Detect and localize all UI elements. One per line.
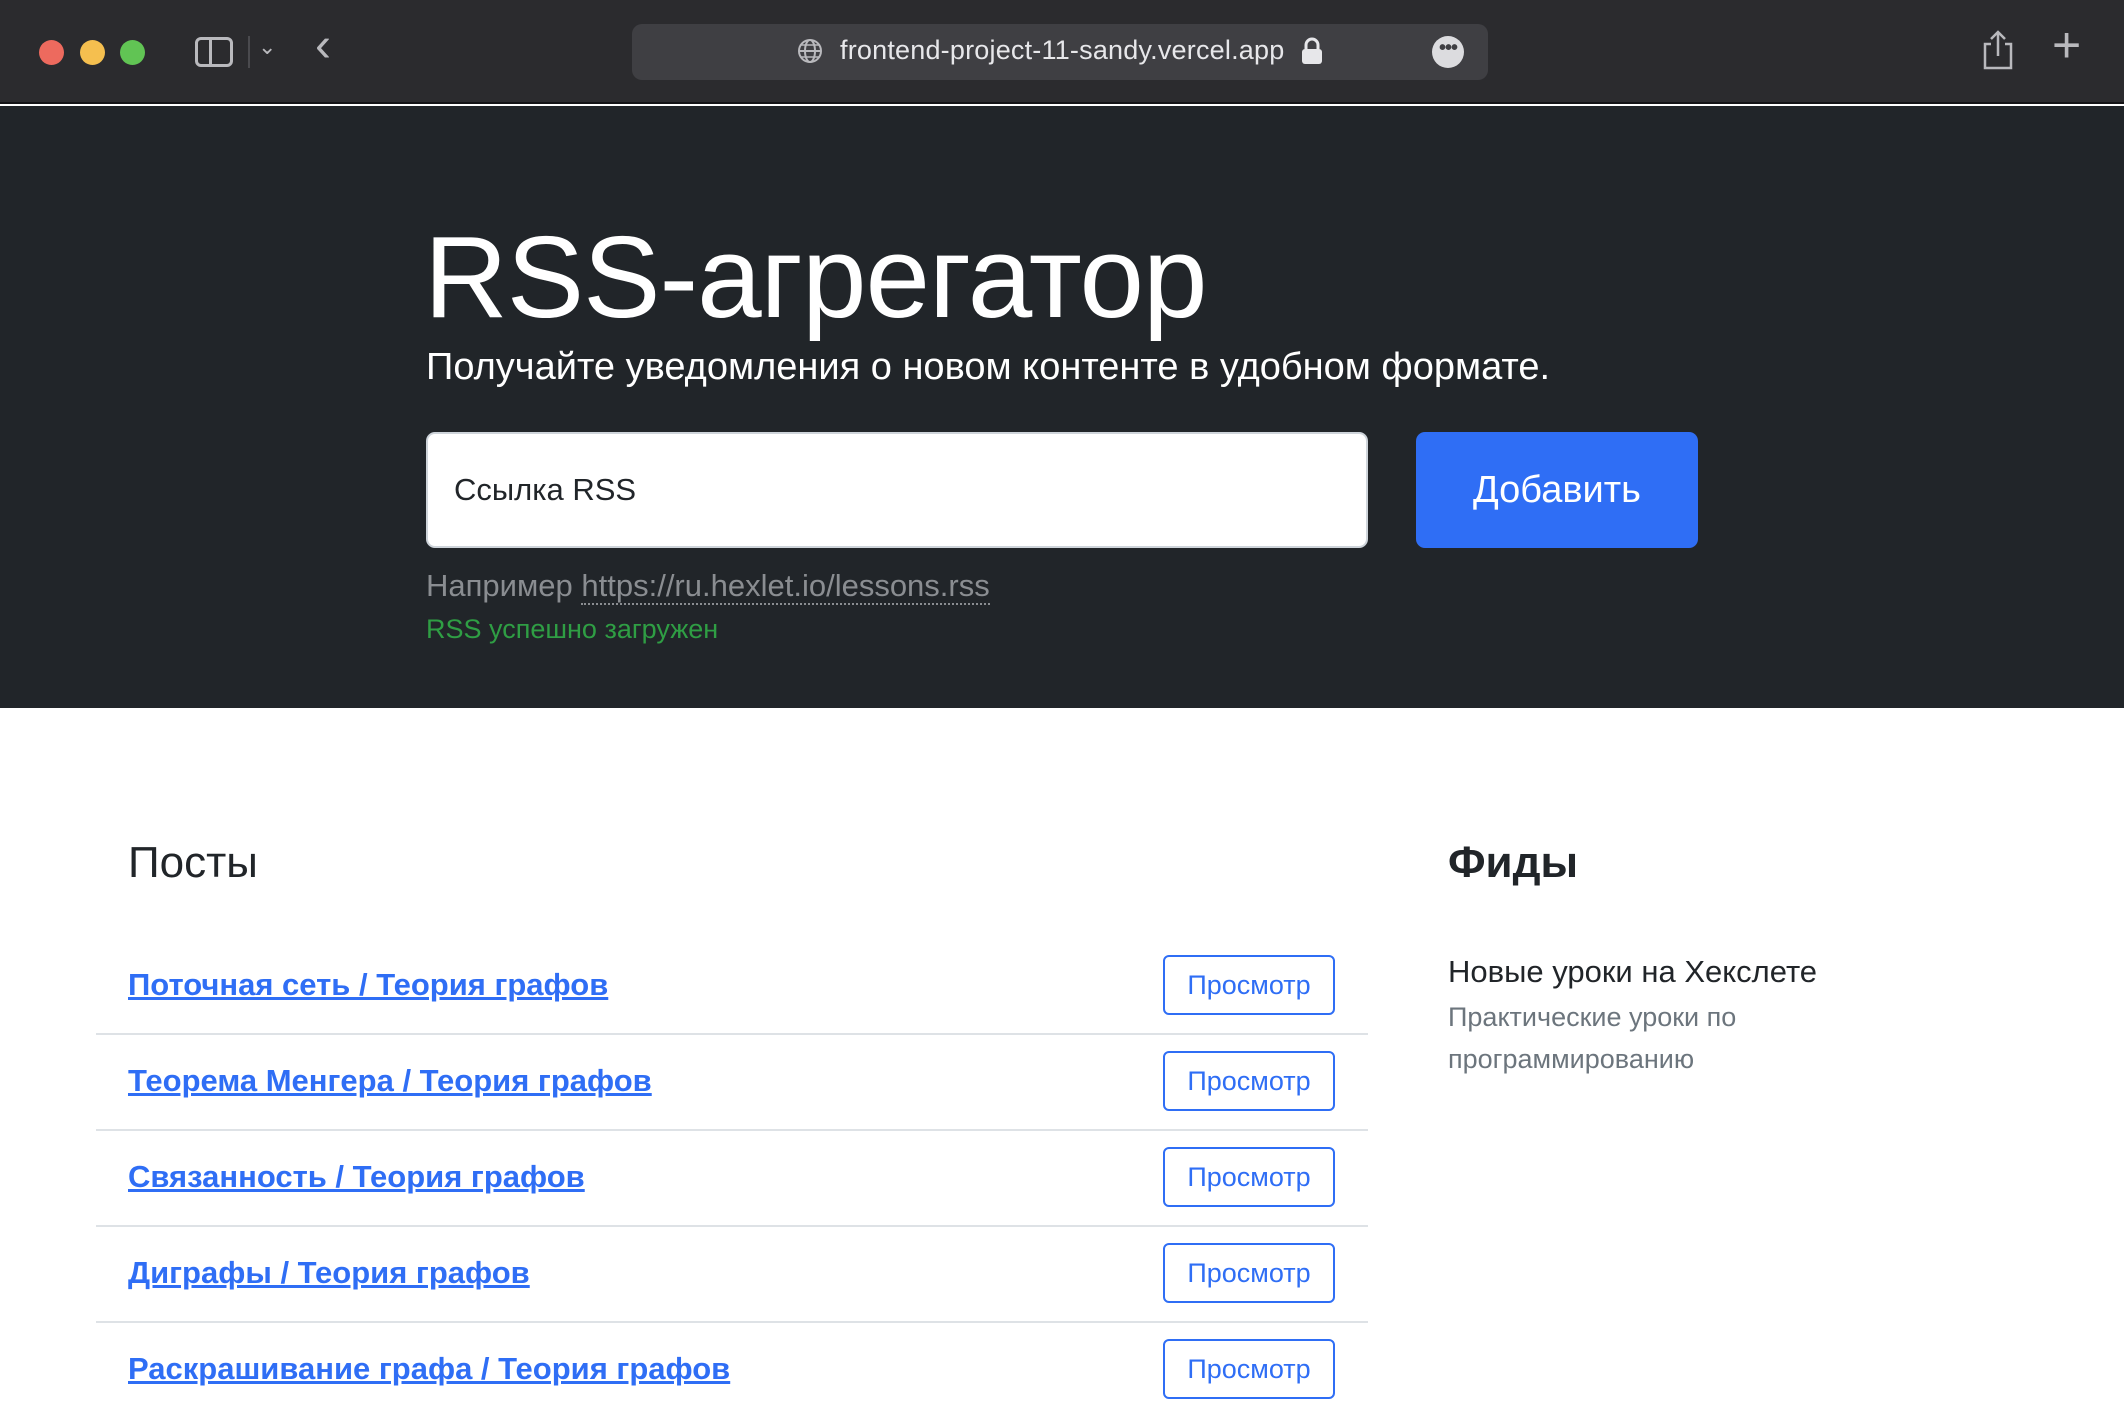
post-item: Теорема Менгера / Теория графов Просмотр	[96, 1035, 1368, 1131]
example-prefix: Например	[426, 568, 582, 603]
page-title: RSS-агрегатор	[424, 212, 1208, 342]
view-button[interactable]: Просмотр	[1163, 1051, 1335, 1111]
post-link[interactable]: Теорема Менгера / Теория графов	[128, 1063, 652, 1099]
lock-icon	[1302, 37, 1322, 64]
browser-toolbar: ⌄ ‹ frontend-project-11-sandy.vercel.app…	[0, 0, 2124, 104]
view-button[interactable]: Просмотр	[1163, 1147, 1335, 1207]
hero-section: RSS-агрегатор Получайте уведомления о но…	[0, 106, 2124, 708]
address-bar[interactable]: frontend-project-11-sandy.vercel.app •••	[632, 24, 1488, 80]
view-button[interactable]: Просмотр	[1163, 1339, 1335, 1399]
feed-description: Практические уроки по программированию	[1448, 1002, 1737, 1074]
sidebar-icon[interactable]	[195, 37, 233, 67]
view-button[interactable]: Просмотр	[1163, 955, 1335, 1015]
post-link[interactable]: Раскрашивание графа / Теория графов	[128, 1351, 730, 1387]
post-item: Раскрашивание графа / Теория графов Прос…	[96, 1323, 1368, 1419]
posts-title: Посты	[128, 838, 258, 887]
view-button[interactable]: Просмотр	[1163, 1243, 1335, 1303]
share-icon[interactable]	[1980, 30, 2016, 70]
post-link[interactable]: Диграфы / Теория графов	[128, 1255, 530, 1291]
post-link[interactable]: Связанность / Теория графов	[128, 1159, 585, 1195]
example-hint: Например https://ru.hexlet.io/lessons.rs…	[426, 568, 990, 605]
zoom-window-button[interactable]	[120, 40, 145, 65]
post-item: Связанность / Теория графов Просмотр	[96, 1131, 1368, 1227]
chevron-down-icon[interactable]: ⌄	[258, 34, 276, 60]
toolbar-divider	[248, 36, 250, 68]
hero-lead: Получайте уведомления о новом контенте в…	[426, 346, 1551, 388]
close-window-button[interactable]	[39, 40, 64, 65]
minimize-window-button[interactable]	[80, 40, 105, 65]
feed-name: Новые уроки на Хекслете	[1448, 954, 1818, 989]
url-text: frontend-project-11-sandy.vercel.app	[840, 35, 1285, 65]
globe-icon	[798, 39, 822, 63]
posts-list: Поточная сеть / Теория графов Просмотр Т…	[96, 939, 1368, 1419]
post-link[interactable]: Поточная сеть / Теория графов	[128, 967, 608, 1003]
feedback-message: RSS успешно загружен	[426, 614, 719, 644]
feeds-title: Фиды	[1448, 838, 1579, 887]
rss-url-input[interactable]	[426, 432, 1368, 548]
back-icon[interactable]: ‹	[315, 22, 331, 70]
more-icon[interactable]: •••	[1432, 36, 1464, 68]
plus-icon[interactable]: +	[2052, 20, 2081, 70]
add-button[interactable]: Добавить	[1416, 432, 1698, 548]
post-item: Диграфы / Теория графов Просмотр	[96, 1227, 1368, 1323]
example-link[interactable]: https://ru.hexlet.io/lessons.rss	[581, 568, 990, 605]
post-item: Поточная сеть / Теория графов Просмотр	[96, 939, 1368, 1035]
